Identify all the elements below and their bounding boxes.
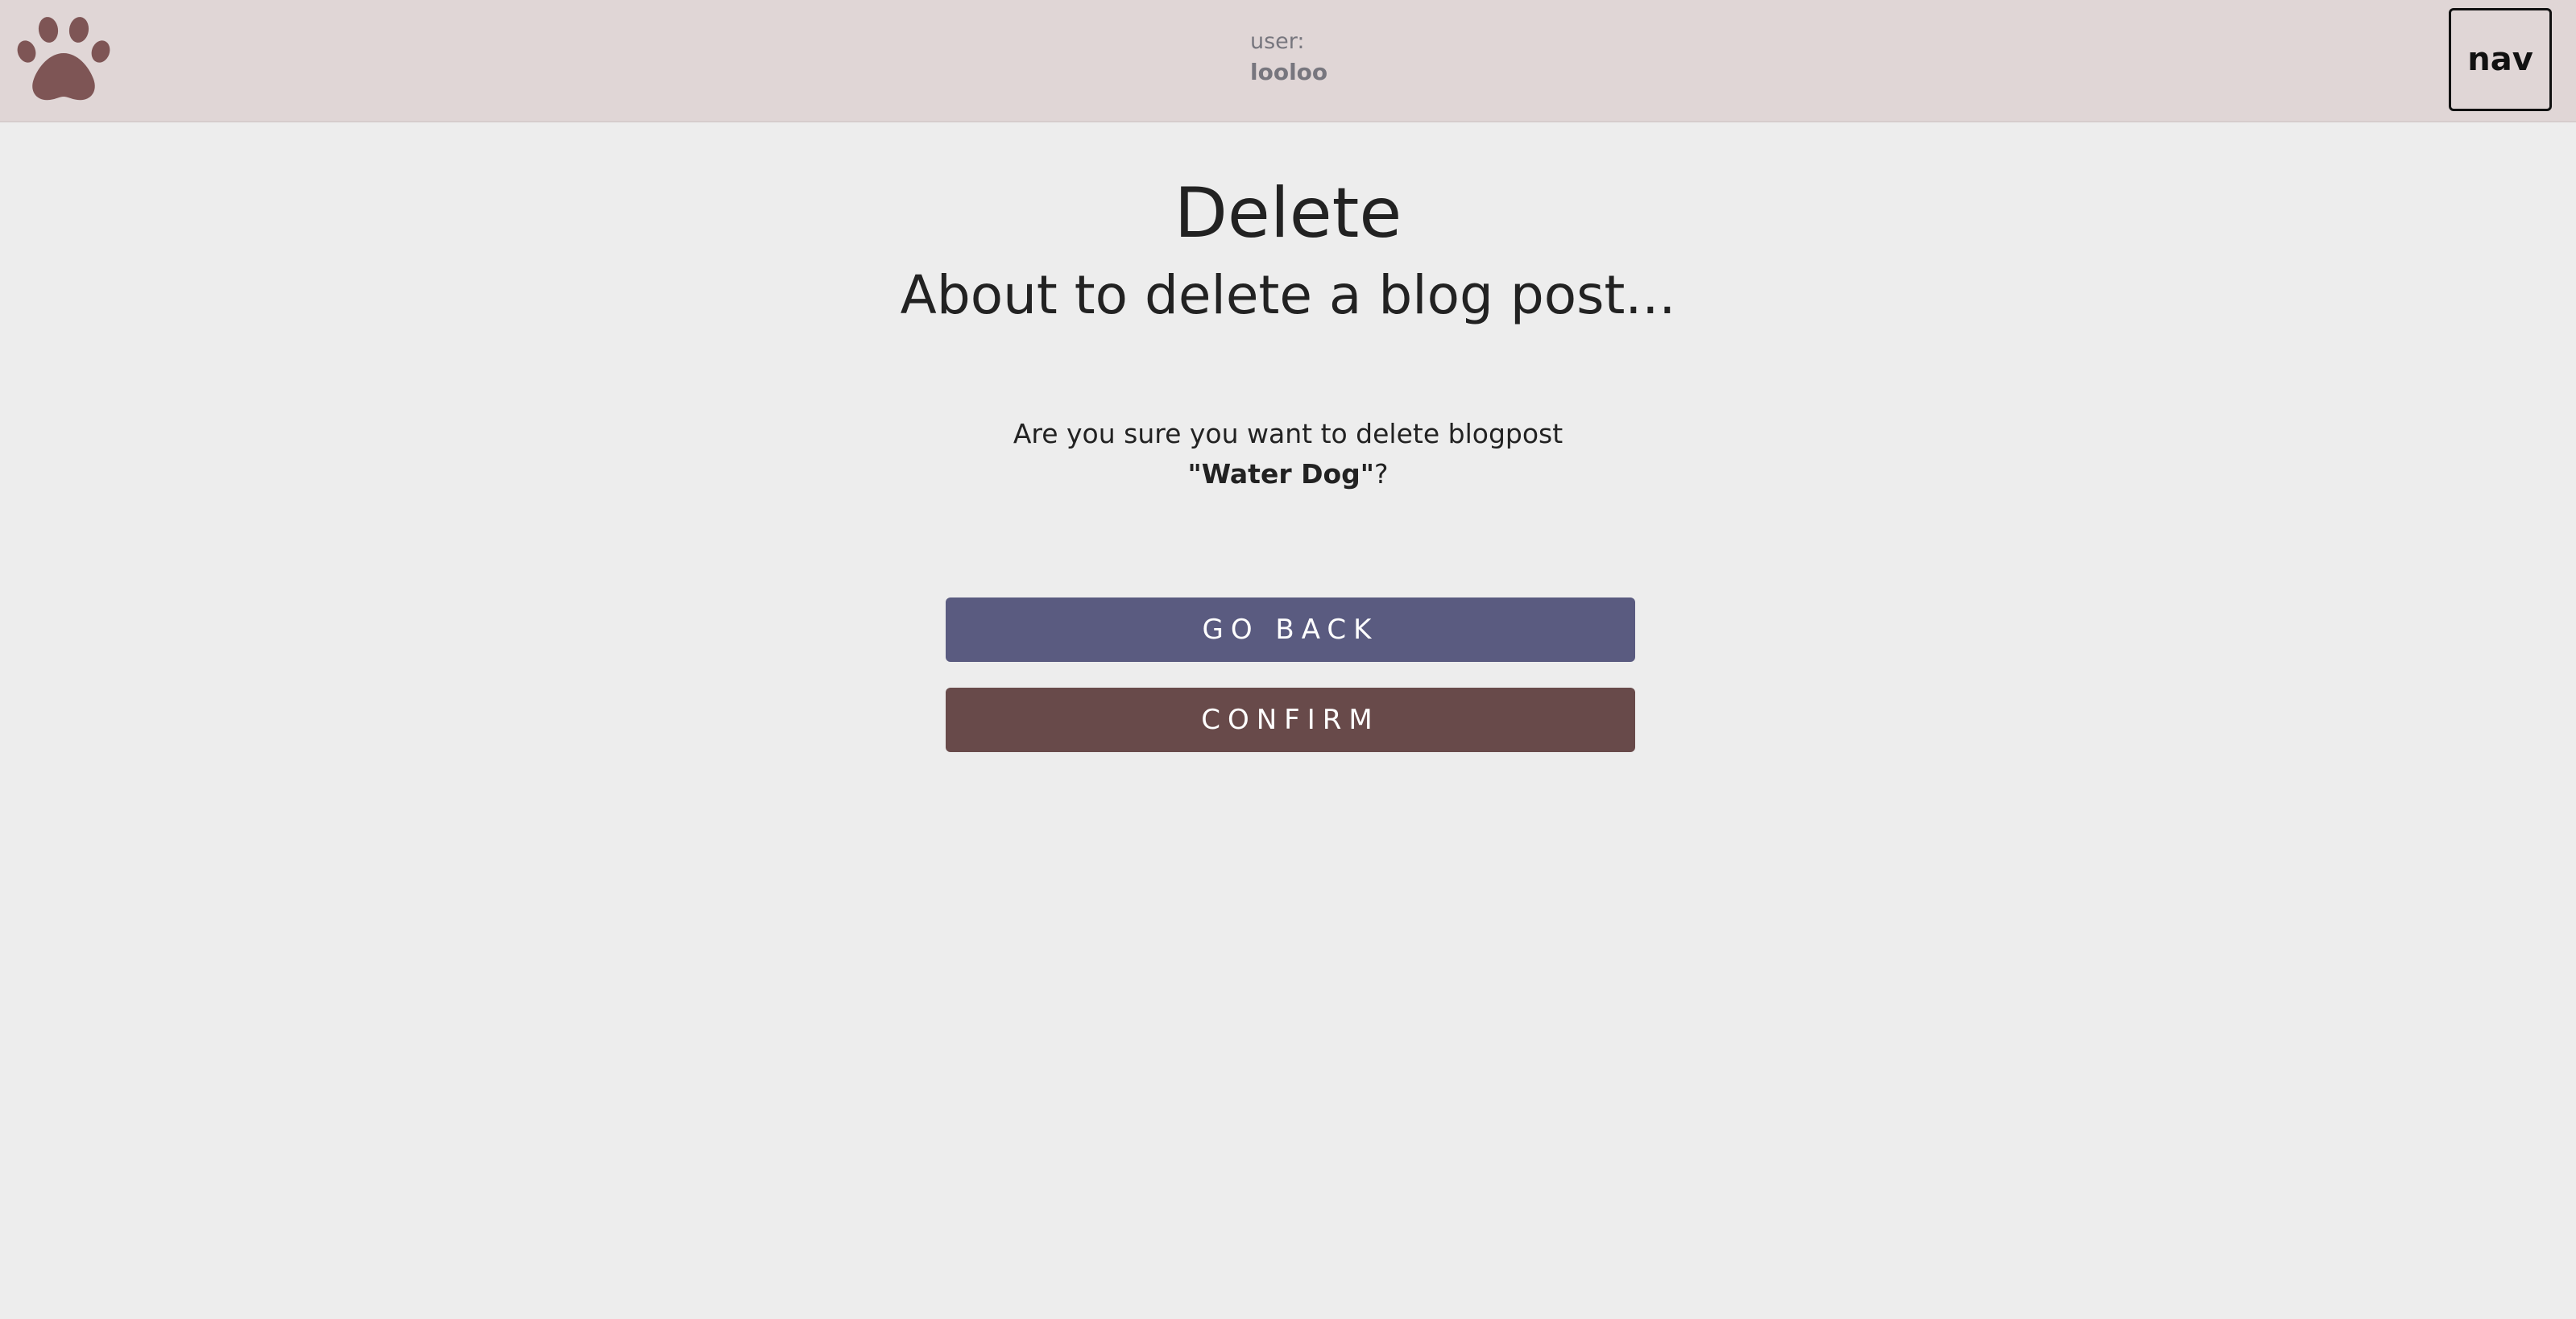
post-title: "Water Dog" xyxy=(1187,458,1374,490)
user-name: looloo xyxy=(1250,59,1328,85)
user-info: user: looloo xyxy=(1250,27,1327,89)
question-mark: ? xyxy=(1373,458,1389,490)
confirmation-prompt: Are you sure you want to delete blogpost xyxy=(1013,418,1563,449)
nav-button[interactable]: nav xyxy=(2449,8,2552,111)
user-label: user: xyxy=(1250,29,1305,54)
top-header: user: looloo nav xyxy=(0,0,2576,122)
page-subtitle: About to delete a blog post... xyxy=(900,264,1676,326)
confirm-button[interactable]: CONFIRM xyxy=(946,688,1635,752)
page-title: Delete xyxy=(1174,173,1402,254)
paw-icon[interactable] xyxy=(14,14,114,103)
go-back-button[interactable]: GO BACK xyxy=(946,597,1635,662)
delete-confirmation-message: Are you sure you want to delete blogpost… xyxy=(0,414,2576,494)
confirmation-post-line: "Water Dog"? xyxy=(0,454,2576,494)
